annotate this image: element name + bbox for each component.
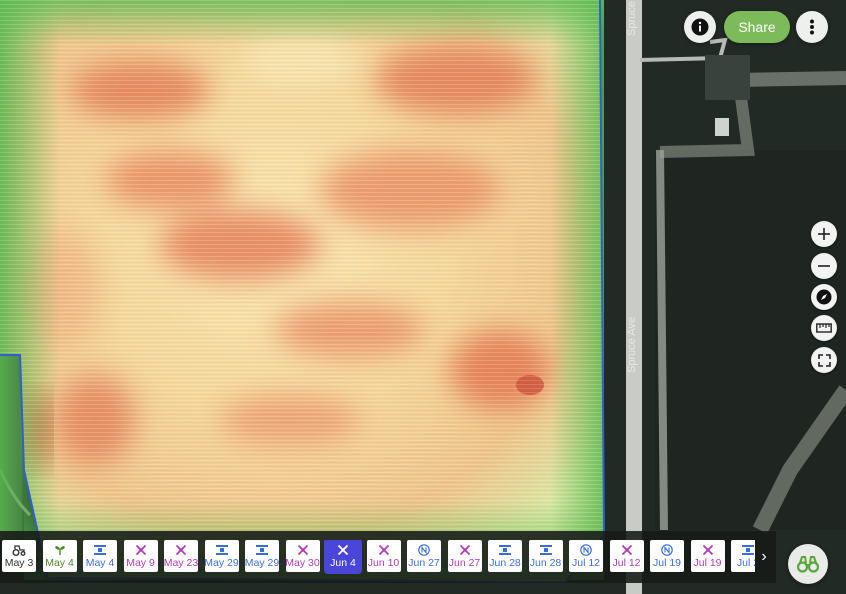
more-vertical-icon [810, 19, 814, 35]
tractor-icon [12, 544, 26, 556]
zoom-in-button[interactable] [811, 221, 837, 247]
timeline-chip-label: Jul 12 [612, 556, 641, 569]
timeline-chip-label: May 23 [163, 556, 199, 569]
info-button[interactable] [684, 11, 716, 43]
satellite-icon [498, 544, 512, 556]
satellite-icon [93, 544, 107, 556]
sprout-icon [53, 544, 67, 556]
timeline-chip-label: Jul 19 [652, 556, 682, 569]
timeline-chip-label: Jul 12 [571, 556, 601, 569]
road-label-spruce-top: Spruce [626, 1, 638, 36]
naip-icon [660, 543, 674, 556]
ruler-icon [816, 323, 832, 333]
info-icon [691, 18, 709, 36]
timeline-chip[interactable]: Jul 19 [650, 540, 684, 572]
measure-button[interactable] [811, 315, 837, 341]
timeline-chip[interactable]: May 9 [123, 540, 158, 572]
timeline-chip[interactable]: May 29 [245, 540, 279, 572]
timeline-chip-label: May 29 [204, 556, 239, 569]
zoom-out-button[interactable] [811, 253, 837, 279]
timeline-chip[interactable]: May 3 [2, 540, 36, 572]
drone-icon [174, 544, 188, 556]
timeline-chip-label: Jul 19 [693, 556, 722, 569]
timeline-chip-label: Jul 2 [736, 556, 755, 569]
drone-icon [701, 544, 715, 556]
timeline-chip[interactable]: Jul 2 [731, 540, 755, 572]
timeline-chip[interactable]: May 29 [204, 540, 239, 572]
timeline-chip[interactable]: Jul 12 [609, 540, 644, 572]
timeline-chip-label: Jun 27 [448, 556, 481, 569]
naip-icon [579, 543, 593, 556]
road-spruce-ave [626, 0, 642, 594]
timeline-chip[interactable]: Jun 28 [488, 540, 522, 572]
ndvi-field-layer [0, 0, 606, 584]
drone-icon [377, 544, 391, 556]
imagery-timeline: May 3 May 4 May 4 May 9 May 23 May 29 May 29 Ma… [0, 531, 776, 583]
map-view[interactable] [0, 0, 846, 594]
more-options-button[interactable] [796, 11, 828, 43]
satellite-icon [255, 544, 269, 556]
fullscreen-button[interactable] [811, 347, 837, 373]
road-label-spruce-ave: Spruce Ave [626, 316, 638, 373]
timeline-chip-label: Jun 28 [489, 556, 521, 569]
timeline-chip-label: Jun 28 [529, 556, 562, 569]
compare-button[interactable] [788, 544, 828, 584]
share-button[interactable]: Share [724, 11, 790, 43]
timeline-chip[interactable]: May 23 [164, 540, 198, 572]
drone-icon [134, 544, 148, 556]
timeline-chip-label: May 29 [244, 556, 280, 569]
timeline-chip[interactable]: Jun 27 [407, 540, 441, 572]
timeline-chip[interactable]: May 30 [285, 540, 320, 572]
timeline-chip-label: May 4 [45, 556, 74, 569]
timeline-chip[interactable]: Jun 10 [366, 540, 401, 572]
timeline-chip-list: May 3 May 4 May 4 May 9 May 23 May 29 May 29 Ma… [0, 540, 755, 574]
satellite-icon [741, 544, 755, 556]
naip-icon [417, 543, 431, 556]
drone-icon [620, 544, 634, 556]
binoculars-icon [797, 556, 819, 573]
satellite-icon [539, 544, 553, 556]
plus-icon [818, 228, 830, 240]
timeline-chip[interactable]: May 4 [83, 540, 117, 572]
drone-icon [296, 544, 310, 556]
fullscreen-icon [817, 353, 831, 367]
timeline-chip-label: May 4 [85, 556, 115, 569]
timeline-chip-label: Jun 27 [408, 556, 440, 569]
satellite-icon [215, 544, 229, 556]
timeline-chip[interactable]: Jun 27 [447, 540, 482, 572]
minus-icon [818, 265, 830, 267]
timeline-chip-label: Jun 10 [367, 556, 400, 569]
compass-button[interactable] [811, 284, 837, 310]
timeline-next-button[interactable]: › [757, 547, 771, 567]
timeline-chip[interactable]: May 4 [42, 540, 77, 572]
timeline-chip-label: Jun 4 [330, 556, 356, 569]
timeline-chip[interactable]: Jun 4 [324, 540, 362, 574]
timeline-chip[interactable]: Jul 19 [690, 540, 725, 572]
timeline-chip-label: May 30 [285, 556, 320, 569]
timeline-chip-label: May 3 [4, 556, 34, 569]
drone-icon [458, 544, 472, 556]
timeline-chip[interactable]: Jul 12 [569, 540, 603, 572]
drone-icon [336, 544, 350, 556]
timeline-chip[interactable]: Jun 28 [528, 540, 563, 572]
timeline-chip-label: May 9 [126, 556, 155, 569]
compass-icon [816, 289, 832, 305]
